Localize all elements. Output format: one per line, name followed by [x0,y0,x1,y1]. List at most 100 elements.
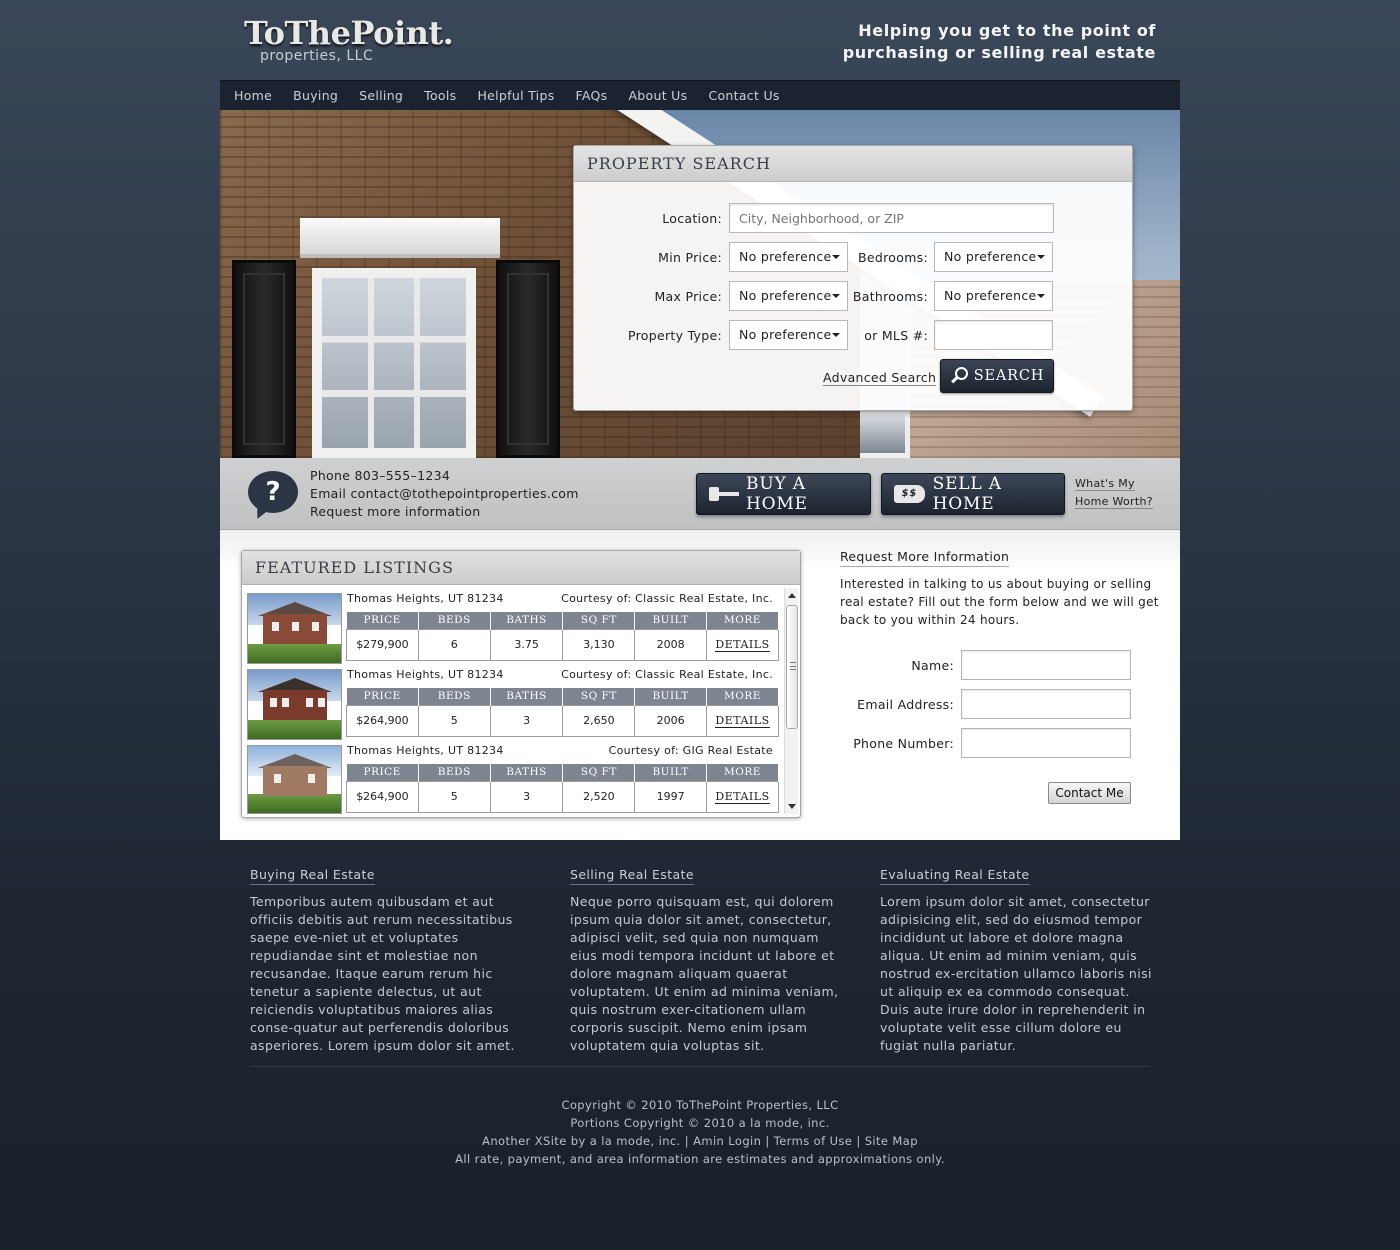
hero-banner: PROPERTY SEARCH Location: Min Price: No … [220,110,1180,458]
sell-a-home-button[interactable]: $$ SELL A HOME [881,473,1065,515]
min-price-label: Min Price: [658,249,722,265]
mls-input[interactable] [934,320,1053,350]
scroll-down-icon[interactable] [788,804,796,809]
max-price-select[interactable]: No preference [729,281,848,311]
listing-item: Thomas Heights, UT 81234 Courtesy of: GI… [247,742,781,814]
details-link[interactable]: DETAILS [715,714,770,728]
bathrooms-select[interactable]: No preference [934,281,1053,311]
nav-item-helpful-tips[interactable]: Helpful Tips [477,88,554,103]
phone-row: Phone Number: [840,728,1131,758]
phone-label: Phone Number: [853,735,954,751]
listing-header: Thomas Heights, UT 81234 Courtesy of: GI… [347,742,773,760]
home-worth-line-1: What's My [1075,477,1135,491]
chevron-down-icon [832,294,840,298]
nav-item-home[interactable]: Home [234,88,272,103]
listing-beds: 5 [417,704,491,737]
email-row: Email Address: [840,689,1131,719]
selling-column-title[interactable]: Selling Real Estate [570,867,694,885]
col-baths: BATHS [490,688,564,705]
email-input[interactable] [961,689,1131,719]
col-sqft: SQ FT [562,764,636,781]
min-price-row: Min Price: No preference Bedrooms: No pr… [574,242,1053,272]
nav-item-about-us[interactable]: About Us [628,88,687,103]
nav-item-faqs[interactable]: FAQs [576,88,608,103]
mls-label: or MLS #: [864,327,928,343]
bedrooms-label: Bedrooms: [858,249,928,265]
footer: Copyright © 2010 ToThePoint Properties, … [0,1096,1400,1168]
buying-column-title[interactable]: Buying Real Estate [250,867,375,885]
listing-courtesy: Courtesy of: Classic Real Estate, Inc. [561,592,773,605]
hero-shutter-right [496,260,560,458]
footer-disclaimer: All rate, payment, and area information … [455,1152,945,1166]
details-link[interactable]: DETAILS [715,790,770,804]
search-button[interactable]: SEARCH [940,359,1054,393]
contact-me-button[interactable]: Contact Me [1048,782,1131,804]
min-price-select[interactable]: No preference [729,242,848,272]
nav-item-buying[interactable]: Buying [293,88,338,103]
nav-item-selling[interactable]: Selling [359,88,403,103]
listing-table: PRICE BEDS BATHS SQ FT BUILT MORE $264,9… [346,688,779,737]
buy-a-home-button[interactable]: BUY A HOME [696,473,871,515]
details-link[interactable]: DETAILS [715,638,770,652]
footer-portions-copyright: Portions Copyright © 2010 a la mode, inc… [570,1116,830,1130]
listing-table: PRICE BEDS BATHS SQ FT BUILT MORE $264,9… [346,764,779,813]
listing-photo[interactable] [247,745,342,814]
max-price-label: Max Price: [654,288,722,304]
name-input[interactable] [961,650,1131,680]
listing-photo[interactable] [247,669,342,740]
tagline-line-1: Helping you get to the point of [858,21,1156,40]
col-beds: BEDS [418,764,491,781]
listing-built: 2008 [634,628,708,661]
location-row: Location: [574,203,1054,233]
listing-address: Thomas Heights, UT 81234 [347,744,504,757]
listing-price: $264,900 [346,780,419,813]
footer-separator: | [765,1134,770,1148]
magnifier-icon [950,367,968,385]
advanced-search-link[interactable]: Advanced Search [823,370,937,386]
property-type-select[interactable]: No preference [729,320,848,350]
buy-a-home-label: BUY A HOME [746,474,808,514]
contact-email[interactable]: Email contact@tothepointproperties.com [310,485,579,503]
logo[interactable]: ToThePoint. properties, LLC [244,14,454,64]
footer-terms-link[interactable]: Terms of Use [774,1134,853,1148]
selling-column-text: Neque porro quisquam est, qui dolorem ip… [570,894,839,1053]
main-content: FEATURED LISTINGS Thomas Heights, UT 812… [220,530,1180,840]
listing-address: Thomas Heights, UT 81234 [347,592,504,605]
col-baths: BATHS [490,764,564,781]
contact-request-link[interactable]: Request more information [310,503,579,521]
listings-scrollbar[interactable] [784,588,798,814]
col-sqft: SQ FT [562,612,636,629]
listing-courtesy: Courtesy of: Classic Real Estate, Inc. [561,668,773,681]
listing-beds: 5 [417,780,491,813]
footer-copyright: Copyright © 2010 ToThePoint Properties, … [561,1098,839,1112]
listing-details-cell: DETAILS [706,704,779,737]
nav-item-contact-us[interactable]: Contact Us [708,88,779,103]
buying-column: Buying Real Estate Temporibus autem quib… [250,864,530,1055]
footer-sitemap-link[interactable]: Site Map [865,1134,918,1148]
listing-price: $279,900 [346,628,419,661]
footer-separator: | [684,1134,690,1148]
footer-admin-login-link[interactable]: Amin Login [693,1134,761,1148]
listing-built: 2006 [634,704,708,737]
listing-baths: 3.75 [489,628,564,661]
listing-item: Thomas Heights, UT 81234 Courtesy of: Cl… [247,590,781,664]
phone-input[interactable] [961,728,1131,758]
request-info-form: Request More Information Interested in t… [840,546,1160,804]
location-input[interactable] [729,203,1054,233]
col-beds: BEDS [418,688,491,705]
home-worth-link[interactable]: What's My Home Worth? [1075,475,1153,511]
property-type-label: Property Type: [628,327,722,343]
bedrooms-select[interactable]: No preference [934,242,1053,272]
scroll-thumb[interactable] [786,605,798,729]
evaluating-column-text: Lorem ipsum dolor sit amet, consectetur … [880,894,1152,1053]
footer-xsite-link[interactable]: Another XSite by a la mode, inc. [482,1134,681,1148]
featured-listings-title: FEATURED LISTINGS [242,551,800,585]
col-more: MORE [706,688,779,705]
nav-item-tools[interactable]: Tools [424,88,456,103]
evaluating-column-title[interactable]: Evaluating Real Estate [880,867,1030,885]
hero-window [312,268,476,458]
scroll-up-icon[interactable] [788,593,796,598]
sell-a-home-label: SELL A HOME [932,474,1002,514]
listing-sqft: 3,130 [562,628,636,661]
listing-photo[interactable] [247,593,342,664]
